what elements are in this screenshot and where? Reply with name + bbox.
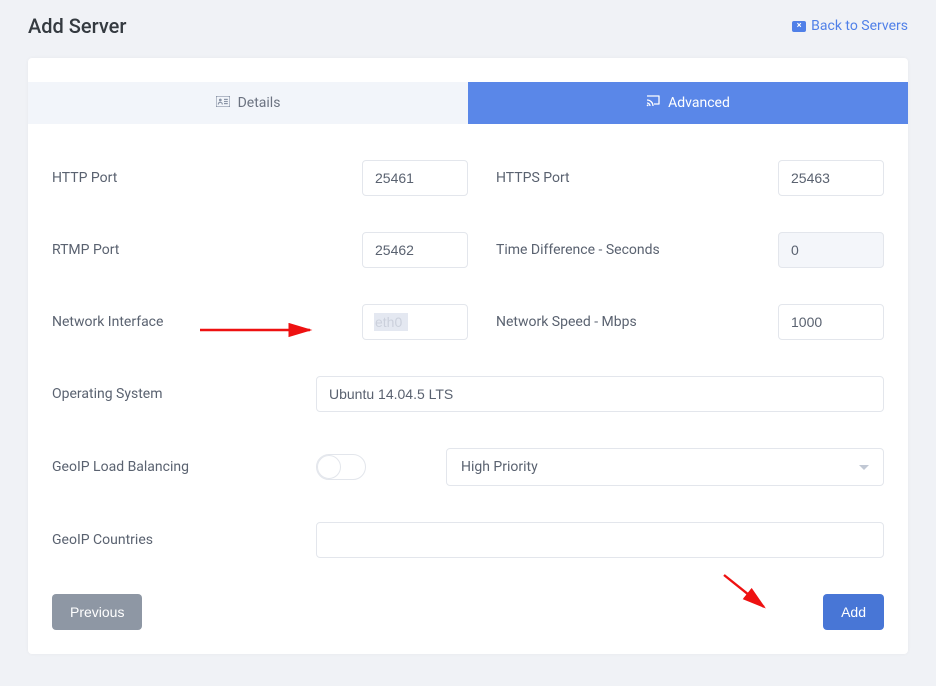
network-speed-label: Network Speed - Mbps	[496, 314, 778, 330]
tab-advanced-label: Advanced	[668, 95, 730, 111]
network-interface-label: Network Interface	[52, 314, 362, 330]
https-port-input[interactable]	[778, 160, 884, 196]
operating-system-label: Operating System	[52, 386, 316, 402]
geoip-countries-input[interactable]	[316, 522, 884, 558]
back-icon: ×	[792, 21, 806, 32]
network-interface-input[interactable]	[362, 304, 468, 340]
toggle-knob	[317, 455, 341, 479]
geoip-load-balancing-label: GeoIP Load Balancing	[52, 459, 316, 475]
back-to-servers-label: Back to Servers	[811, 18, 908, 34]
network-speed-input[interactable]	[778, 304, 884, 340]
back-to-servers-link[interactable]: × Back to Servers	[792, 18, 908, 34]
rtmp-port-label: RTMP Port	[52, 242, 362, 258]
tab-advanced[interactable]: Advanced	[468, 82, 908, 124]
cast-icon	[646, 95, 660, 111]
geoip-countries-label: GeoIP Countries	[52, 532, 316, 548]
page-title: Add Server	[28, 14, 126, 38]
http-port-input[interactable]	[362, 160, 468, 196]
http-port-label: HTTP Port	[52, 170, 362, 186]
add-button[interactable]: Add	[823, 594, 884, 630]
geoip-priority-value: High Priority	[461, 459, 538, 475]
https-port-label: HTTPS Port	[496, 170, 778, 186]
chevron-down-icon	[859, 465, 869, 470]
tab-details[interactable]: Details	[28, 82, 468, 124]
time-difference-label: Time Difference - Seconds	[496, 242, 778, 258]
tab-details-label: Details	[238, 95, 281, 111]
time-difference-input[interactable]	[778, 232, 884, 268]
id-card-icon	[216, 95, 230, 111]
rtmp-port-input[interactable]	[362, 232, 468, 268]
operating-system-input[interactable]	[316, 376, 884, 412]
form-card: Details Advanced HTTP Port HTTPS Port	[28, 58, 908, 654]
geoip-load-balancing-toggle[interactable]	[316, 454, 366, 480]
previous-button[interactable]: Previous	[52, 594, 142, 630]
geoip-priority-dropdown[interactable]: High Priority	[446, 448, 884, 486]
